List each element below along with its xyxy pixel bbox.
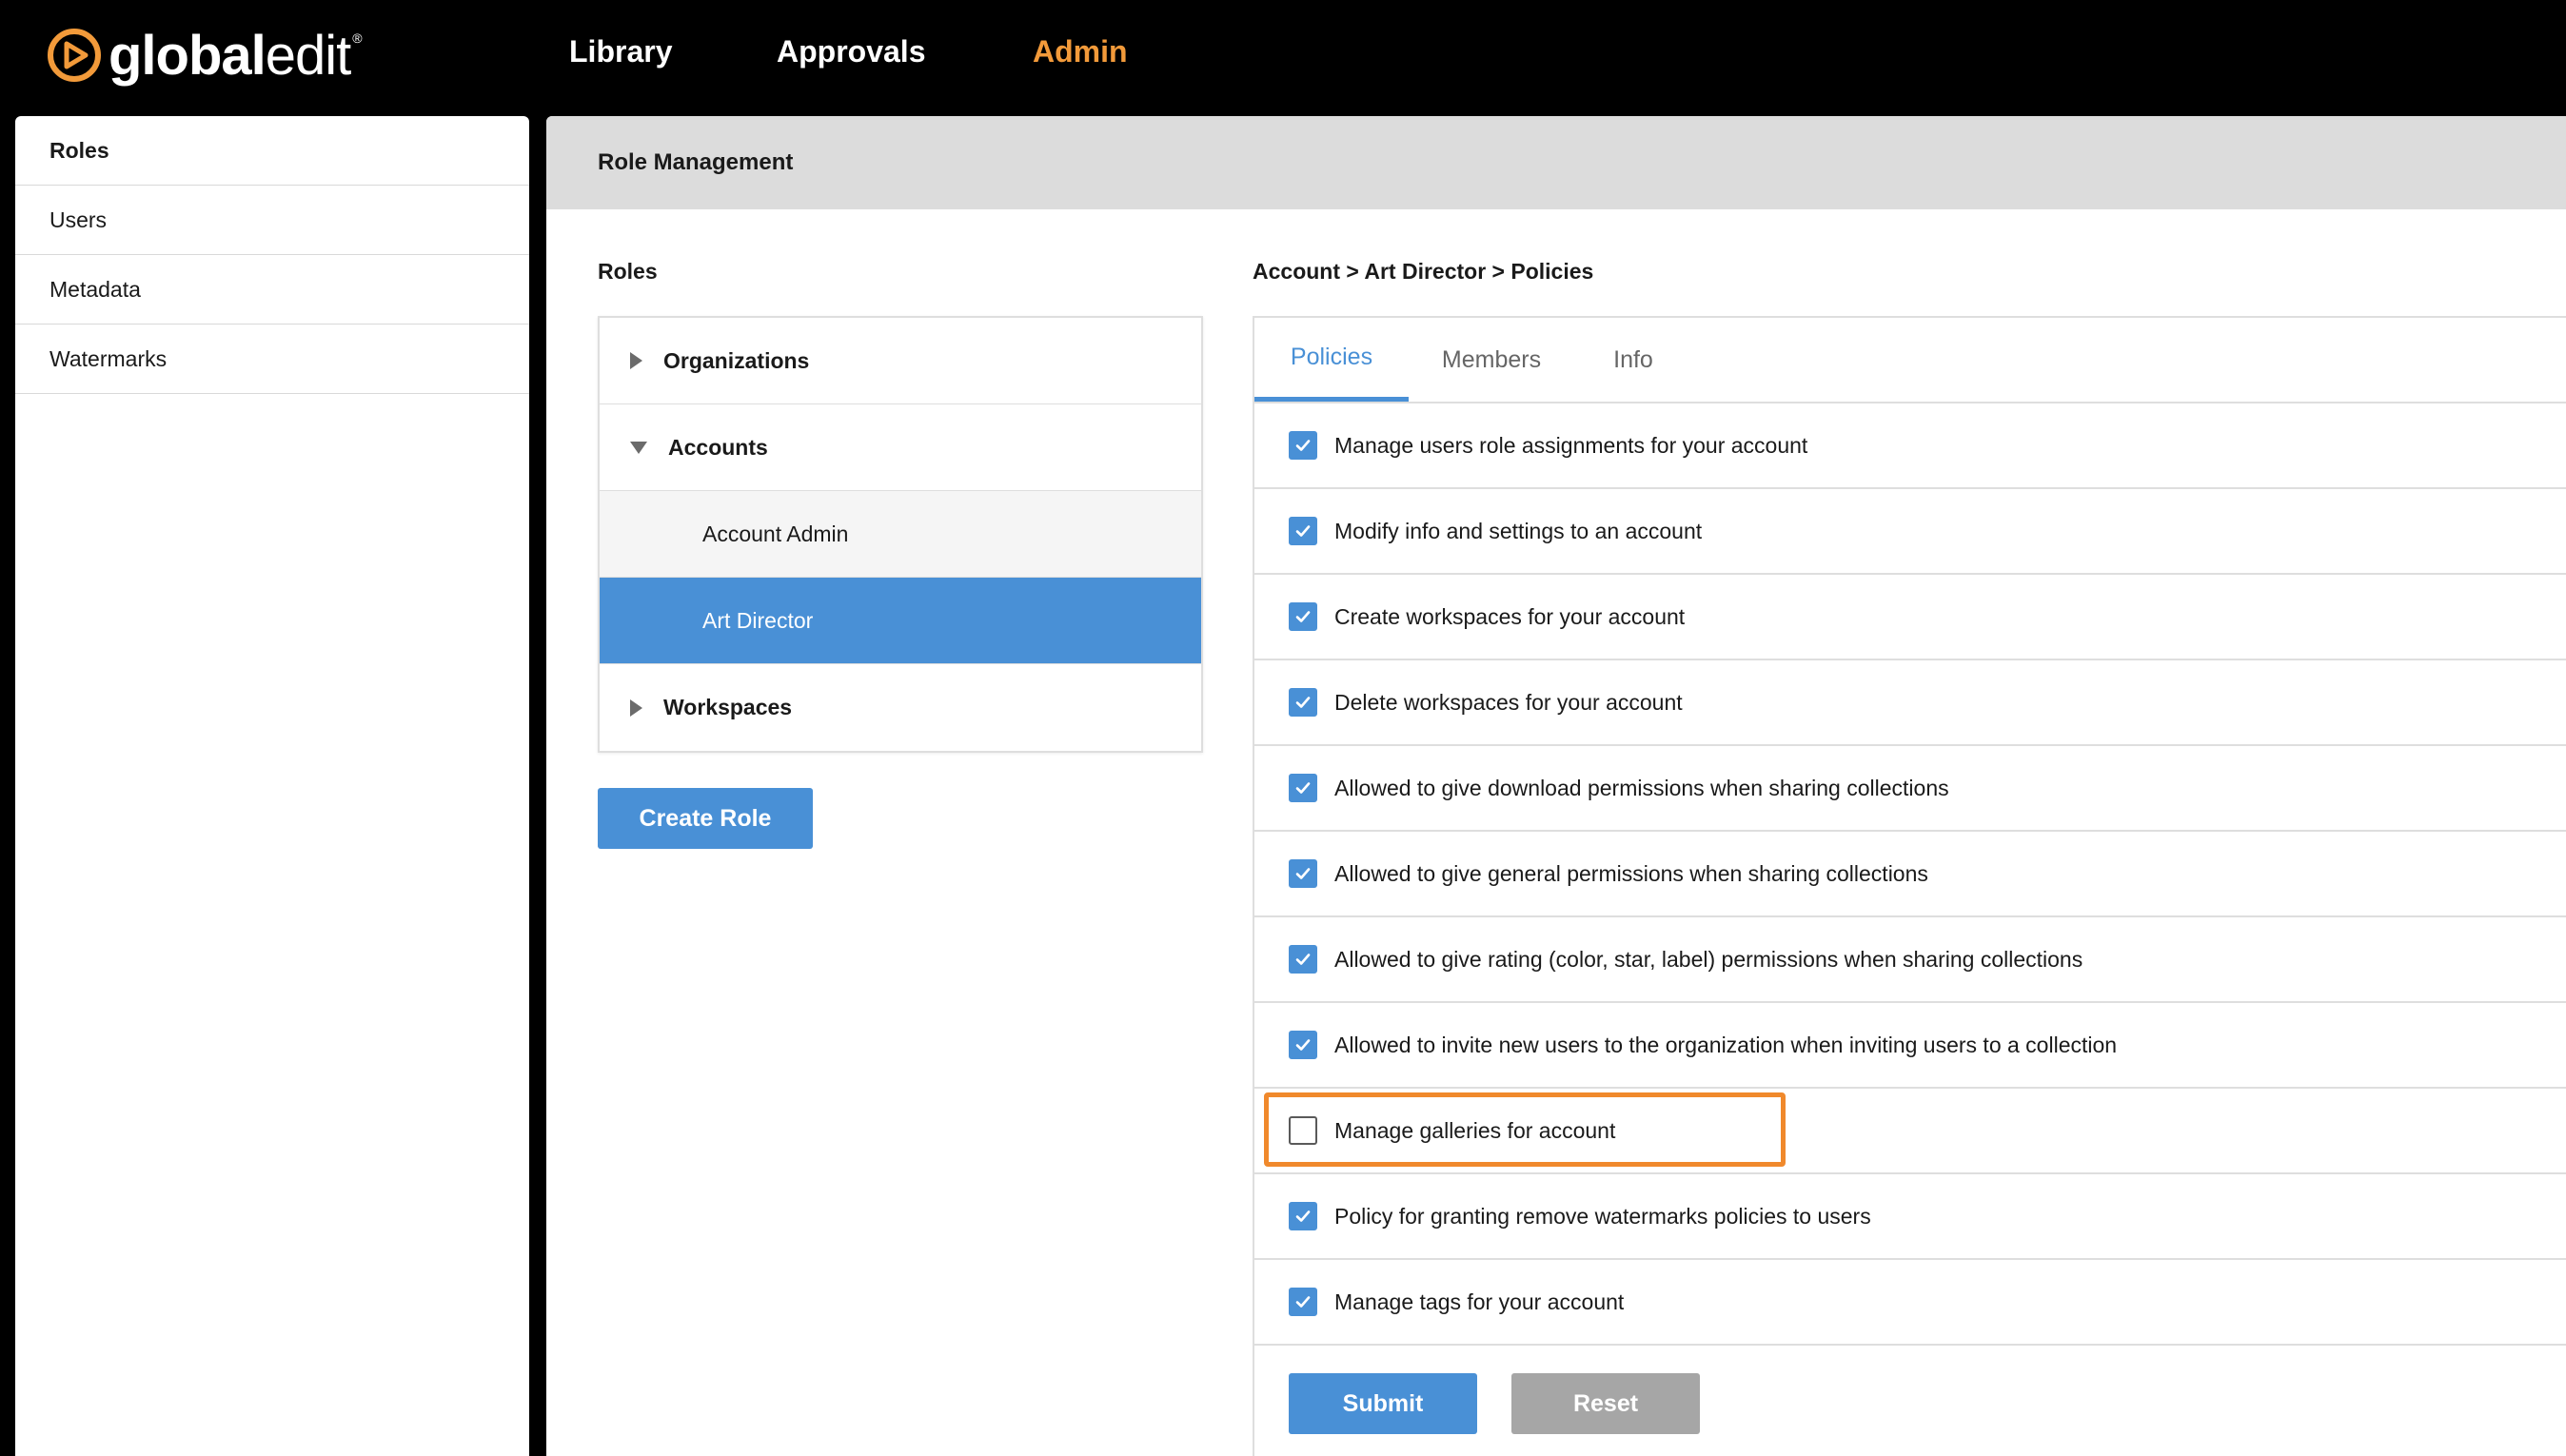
main-panel: Role Management Roles Account > Art Dire… (546, 116, 2566, 1456)
tree-item-label: Account Admin (702, 521, 849, 546)
nav-admin[interactable]: Admin (1033, 34, 1128, 69)
logo-mark-icon (48, 29, 101, 82)
policy-list: Manage users role assignments for your a… (1254, 403, 2566, 1346)
checkmark-icon (1295, 1039, 1311, 1051)
policy-label: Policy for granting remove watermarks po… (1334, 1203, 1871, 1229)
tab-info[interactable]: Info (1574, 318, 1692, 402)
policy-row: Manage galleries for account (1254, 1089, 2566, 1174)
tree-group-label: Organizations (663, 347, 810, 373)
policy-row: Allowed to give general permissions when… (1254, 832, 2566, 917)
policy-row: Allowed to give rating (color, star, lab… (1254, 917, 2566, 1003)
globaledit-logo[interactable]: globaledit ® (46, 17, 363, 93)
page-title: Role Management (546, 116, 2566, 209)
policy-checkbox[interactable] (1289, 517, 1317, 545)
checkmark-icon (1295, 782, 1311, 794)
policy-label: Modify info and settings to an account (1334, 518, 1703, 543)
policy-label: Allowed to invite new users to the organ… (1334, 1032, 2118, 1057)
policy-row: Allowed to invite new users to the organ… (1254, 1003, 2566, 1089)
policies-panel: Policies Members Info Manage users role … (1253, 316, 2566, 1456)
tab-members[interactable]: Members (1409, 318, 1574, 402)
policy-tabs: Policies Members Info (1254, 318, 2566, 403)
tree-group-workspaces[interactable]: Workspaces (600, 664, 1201, 751)
policy-label: Allowed to give download permissions whe… (1334, 775, 1949, 800)
nav-library[interactable]: Library (569, 34, 672, 69)
breadcrumb: Account > Art Director > Policies (1253, 259, 1594, 284)
top-bar: globaledit ® Library Approvals Admin (0, 0, 2566, 114)
tree-group-label: Accounts (668, 434, 768, 460)
caret-right-icon (630, 698, 642, 717)
policy-label: Create workspaces for your account (1334, 603, 1686, 629)
checkmark-icon (1295, 697, 1311, 708)
sidebar-item-metadata[interactable]: Metadata (15, 255, 529, 325)
sidebar-item-users[interactable]: Users (15, 186, 529, 255)
policy-checkbox[interactable] (1289, 1031, 1317, 1059)
tree-group-accounts[interactable]: Accounts (600, 404, 1201, 491)
logo-text: globaledit (109, 24, 351, 87)
roles-tree: Organizations Accounts Account Admin Art… (598, 316, 1203, 753)
checkmark-icon (1295, 611, 1311, 622)
sidebar-item-watermarks[interactable]: Watermarks (15, 325, 529, 394)
policy-checkbox[interactable] (1289, 1202, 1317, 1230)
policy-label: Manage galleries for account (1334, 1117, 1616, 1143)
policy-label: Allowed to give general permissions when… (1334, 860, 1928, 886)
sidebar-item-roles[interactable]: Roles (15, 116, 529, 186)
checkmark-icon (1295, 525, 1311, 537)
policy-checkbox[interactable] (1289, 774, 1317, 802)
checkmark-icon (1295, 1210, 1311, 1222)
tree-item-art-director[interactable]: Art Director (600, 578, 1201, 664)
policy-label: Manage tags for your account (1334, 1289, 1625, 1314)
policy-label: Allowed to give rating (color, star, lab… (1334, 946, 2083, 972)
policy-checkbox[interactable] (1289, 688, 1317, 717)
nav-approvals[interactable]: Approvals (777, 34, 925, 69)
tree-item-label: Art Director (702, 607, 814, 633)
caret-right-icon (630, 352, 642, 369)
tree-group-label: Workspaces (663, 695, 793, 719)
tab-policies[interactable]: Policies (1254, 318, 1409, 402)
policy-row: Manage users role assignments for your a… (1254, 403, 2566, 489)
submit-button[interactable]: Submit (1289, 1373, 1477, 1434)
policy-row: Policy for granting remove watermarks po… (1254, 1174, 2566, 1260)
policy-row: Manage tags for your account (1254, 1260, 2566, 1346)
policy-label: Manage users role assignments for your a… (1334, 432, 1808, 458)
reset-button[interactable]: Reset (1511, 1373, 1700, 1434)
logo-registered-mark: ® (352, 30, 363, 46)
checkmark-icon (1295, 440, 1311, 451)
roles-section-title: Roles (598, 259, 658, 284)
policy-checkbox[interactable] (1289, 1288, 1317, 1316)
checkmark-icon (1295, 954, 1311, 965)
policy-row: Allowed to give download permissions whe… (1254, 746, 2566, 832)
policy-checkbox[interactable] (1289, 1116, 1317, 1145)
policy-checkbox[interactable] (1289, 431, 1317, 460)
policy-row: Create workspaces for your account (1254, 575, 2566, 660)
caret-down-icon (630, 441, 647, 454)
admin-sidebar: Roles Users Metadata Watermarks (15, 116, 529, 1456)
create-role-button[interactable]: Create Role (598, 788, 813, 849)
checkmark-icon (1295, 868, 1311, 879)
policy-checkbox[interactable] (1289, 859, 1317, 888)
policy-checkbox[interactable] (1289, 602, 1317, 631)
tree-group-organizations[interactable]: Organizations (600, 318, 1201, 404)
checkmark-icon (1295, 1296, 1311, 1308)
policy-row: Modify info and settings to an account (1254, 489, 2566, 575)
policy-label: Delete workspaces for your account (1334, 689, 1683, 715)
tree-item-account-admin[interactable]: Account Admin (600, 491, 1201, 578)
policy-row: Delete workspaces for your account (1254, 660, 2566, 746)
policy-checkbox[interactable] (1289, 945, 1317, 974)
